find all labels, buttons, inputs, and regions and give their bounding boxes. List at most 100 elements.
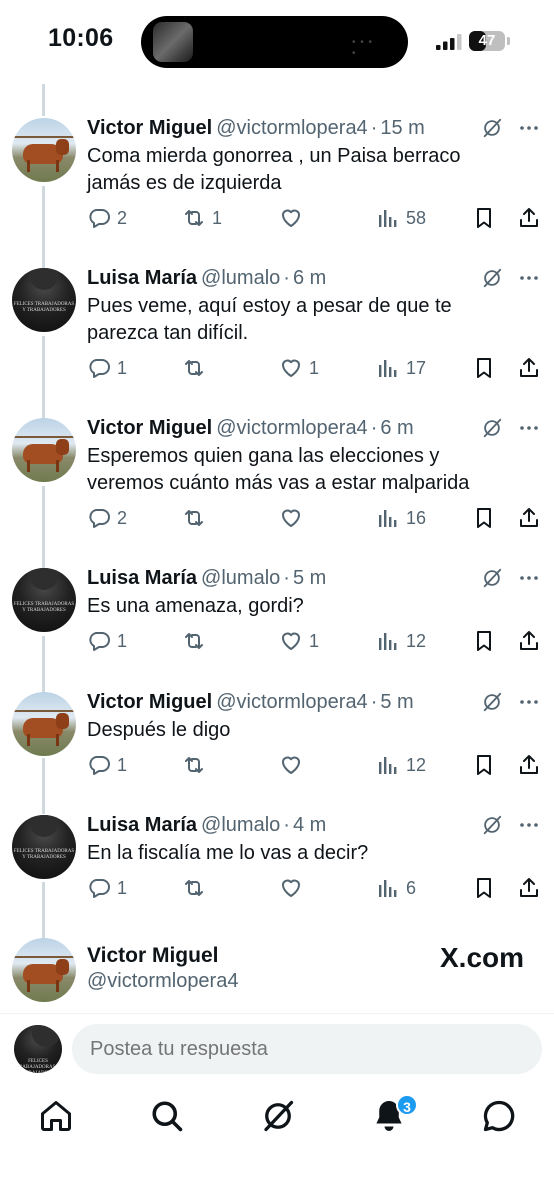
reply-count: 2 [117,207,128,228]
views-button[interactable]: 6 [376,874,416,902]
author-name[interactable]: Luisa María [87,567,197,589]
more-icon[interactable] [517,813,541,835]
grok-icon[interactable] [481,417,503,439]
grok-icon[interactable] [481,814,503,836]
share-button[interactable] [517,751,541,779]
like-button[interactable] [279,204,309,232]
notifications-badge: 3 [396,1094,418,1116]
avatar[interactable] [12,692,76,756]
avatar[interactable]: FELICES TRABAJADORAS Y TRABAJADORES [12,815,76,879]
tweet-text: En la fiscalía me lo vas a decir? [87,842,369,864]
share-button[interactable] [517,627,541,655]
grok-icon[interactable] [260,1098,296,1134]
avatar[interactable] [12,938,76,1002]
bookmark-button[interactable] [472,627,496,655]
avatar[interactable]: FELICES TRABAJADORAS Y TRABAJADORES [12,568,76,632]
home-icon[interactable] [38,1098,74,1134]
tweet-time[interactable]: 6 m [380,417,413,439]
more-icon[interactable] [517,116,541,138]
separator-dot: · [370,117,378,139]
bookmark-button[interactable] [472,204,496,232]
reply-input[interactable] [72,1024,542,1074]
avatar[interactable]: FELICES TRABAJADORAS Y TRABAJADORES [12,268,76,332]
like-button[interactable] [279,751,309,779]
my-avatar[interactable]: FELICES TRABAJADORAS Y TRABAJADORES [14,1025,62,1073]
share-button[interactable] [517,874,541,902]
messages-icon[interactable] [481,1098,517,1134]
repost-button[interactable] [182,751,212,779]
author-handle[interactable]: @lumalo [201,267,280,289]
bookmark-button[interactable] [472,354,496,382]
reply-button[interactable]: 1 [87,627,127,655]
tweet-time[interactable]: 5 m [293,567,326,589]
author-name[interactable]: Victor Miguel [87,117,212,139]
grok-icon[interactable] [481,691,503,713]
share-button[interactable] [517,204,541,232]
author-name[interactable]: Luisa María [87,814,197,836]
reply-button[interactable]: 1 [87,354,127,382]
reply-button[interactable]: 2 [87,204,127,232]
thread-line [42,486,45,568]
views-button[interactable]: 58 [376,204,426,232]
author-handle[interactable]: @victormlopera4 [216,691,367,713]
like-button[interactable] [279,874,309,902]
author-name[interactable]: Victor Miguel [87,691,212,713]
separator-dot: · [283,267,290,289]
repost-button[interactable]: 1 [182,204,222,232]
bookmark-button[interactable] [472,751,496,779]
tweet-actions: 1 12 [87,751,543,779]
views-button[interactable]: 16 [376,504,426,532]
views-count: 6 [406,877,417,898]
author-handle[interactable]: @lumalo [201,814,280,836]
more-icon[interactable] [517,416,541,438]
author-name[interactable]: Luisa María [87,267,197,289]
grok-icon[interactable] [481,567,503,589]
reply-count: 1 [117,357,128,378]
tweet-time[interactable]: 4 m [293,814,326,836]
like-button[interactable] [279,504,309,532]
author-name[interactable]: Victor Miguel [87,944,218,968]
author-handle[interactable]: @victormlopera4 [216,117,367,139]
repost-button[interactable] [182,627,212,655]
tweet-text: Pues veme, aquí estoy a pesar de que te … [87,295,452,344]
repost-button[interactable] [182,354,212,382]
cellular-signal-icon [436,34,462,50]
share-button[interactable] [517,354,541,382]
repost-button[interactable] [182,504,212,532]
reply-button[interactable]: 1 [87,751,127,779]
tweet-time[interactable]: 15 m [380,117,424,139]
grok-icon[interactable] [481,117,503,139]
bookmark-button[interactable] [472,504,496,532]
tweet-header: Victor Miguel @victormlopera4 · 15 m [87,116,425,140]
tweet-header: Victor Miguel @victormlopera4 · 6 m [87,416,414,440]
like-button[interactable]: 1 [279,627,319,655]
views-button[interactable]: 17 [376,354,426,382]
like-button[interactable]: 1 [279,354,319,382]
reply-button[interactable]: 1 [87,874,127,902]
avatar-caption: FELICES TRABAJADORAS Y TRABAJADORES [13,602,75,613]
repost-button[interactable] [182,874,212,902]
more-icon[interactable] [517,566,541,588]
tweet-time[interactable]: 5 m [380,691,413,713]
more-icon[interactable] [517,266,541,288]
grok-icon[interactable] [481,267,503,289]
author-handle[interactable]: @lumalo [201,567,280,589]
separator-dot: · [370,691,378,713]
views-button[interactable]: 12 [376,627,426,655]
author-name[interactable]: Victor Miguel [87,417,212,439]
avatar[interactable] [12,418,76,482]
views-button[interactable]: 12 [376,751,426,779]
search-icon[interactable] [149,1098,185,1134]
repost-count: 1 [212,207,223,228]
author-handle[interactable]: @victormlopera4 [87,970,238,993]
share-button[interactable] [517,504,541,532]
avatar[interactable] [12,118,76,182]
bookmark-button[interactable] [472,874,496,902]
thread-line [42,84,45,116]
author-handle[interactable]: @victormlopera4 [216,417,367,439]
reply-button[interactable]: 2 [87,504,127,532]
tweet-time[interactable]: 6 m [293,267,326,289]
tweet-actions: 1 1 12 [87,627,543,655]
views-count: 58 [406,207,427,228]
more-icon[interactable] [517,690,541,712]
